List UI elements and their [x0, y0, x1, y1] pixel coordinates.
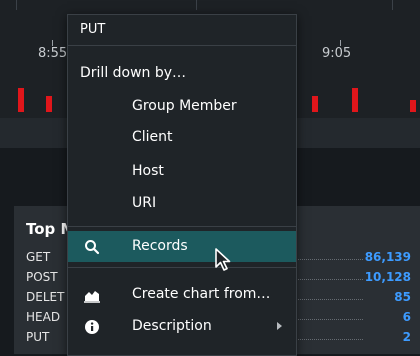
method-count[interactable]: 6 [403, 310, 411, 324]
menu-item-label: Create chart from… [132, 286, 271, 302]
menu-item-label: Client [132, 129, 173, 145]
menu-item-label: Description [132, 318, 212, 334]
menu-item-label: Host [132, 163, 164, 179]
menu-item-label: URI [132, 195, 157, 211]
area-chart-icon [84, 287, 100, 303]
menu-item-uri[interactable]: URI [68, 188, 296, 219]
drill-down-heading: Drill down by… [80, 65, 187, 81]
timeline-bar[interactable] [46, 96, 52, 112]
method-count[interactable]: 86,139 [365, 250, 411, 264]
menu-divider [68, 226, 296, 227]
menu-item-host[interactable]: Host [68, 156, 296, 187]
method-label: GET [26, 250, 51, 264]
method-label: HEAD [26, 310, 61, 324]
method-count[interactable]: 2 [403, 330, 411, 344]
grid-tick [392, 0, 393, 10]
menu-item-group-member[interactable]: Group Member [68, 91, 296, 122]
context-menu: PUT Drill down by… Group Member Client H… [67, 14, 297, 356]
timeline-bar[interactable] [18, 88, 24, 112]
mouse-cursor-icon [214, 247, 234, 273]
timeline-bar[interactable] [410, 100, 416, 112]
menu-divider [68, 45, 296, 46]
axis-tick-label: 9:05 [322, 46, 352, 61]
info-icon [84, 319, 100, 335]
search-icon [84, 239, 100, 255]
menu-item-label: Records [132, 238, 188, 254]
menu-divider [68, 267, 296, 268]
menu-item-description[interactable]: Description [68, 311, 296, 342]
menu-item-client[interactable]: Client [68, 122, 296, 153]
menu-header: PUT [80, 22, 106, 37]
timeline-bar[interactable] [312, 96, 318, 112]
menu-item-records[interactable]: Records [68, 231, 296, 262]
axis-tick-label: 8:55 [38, 46, 68, 61]
method-count[interactable]: 10,128 [365, 270, 411, 284]
grid-tick [196, 0, 197, 10]
submenu-arrow-icon [277, 322, 282, 330]
method-label: PUT [26, 330, 50, 344]
menu-item-label: Group Member [132, 98, 237, 114]
method-label: DELET [26, 290, 65, 304]
grid-tick [16, 0, 17, 10]
menu-item-create-chart[interactable]: Create chart from… [68, 279, 296, 310]
method-label: POST [26, 270, 58, 284]
method-count[interactable]: 85 [394, 290, 411, 304]
timeline-bar[interactable] [352, 88, 358, 112]
